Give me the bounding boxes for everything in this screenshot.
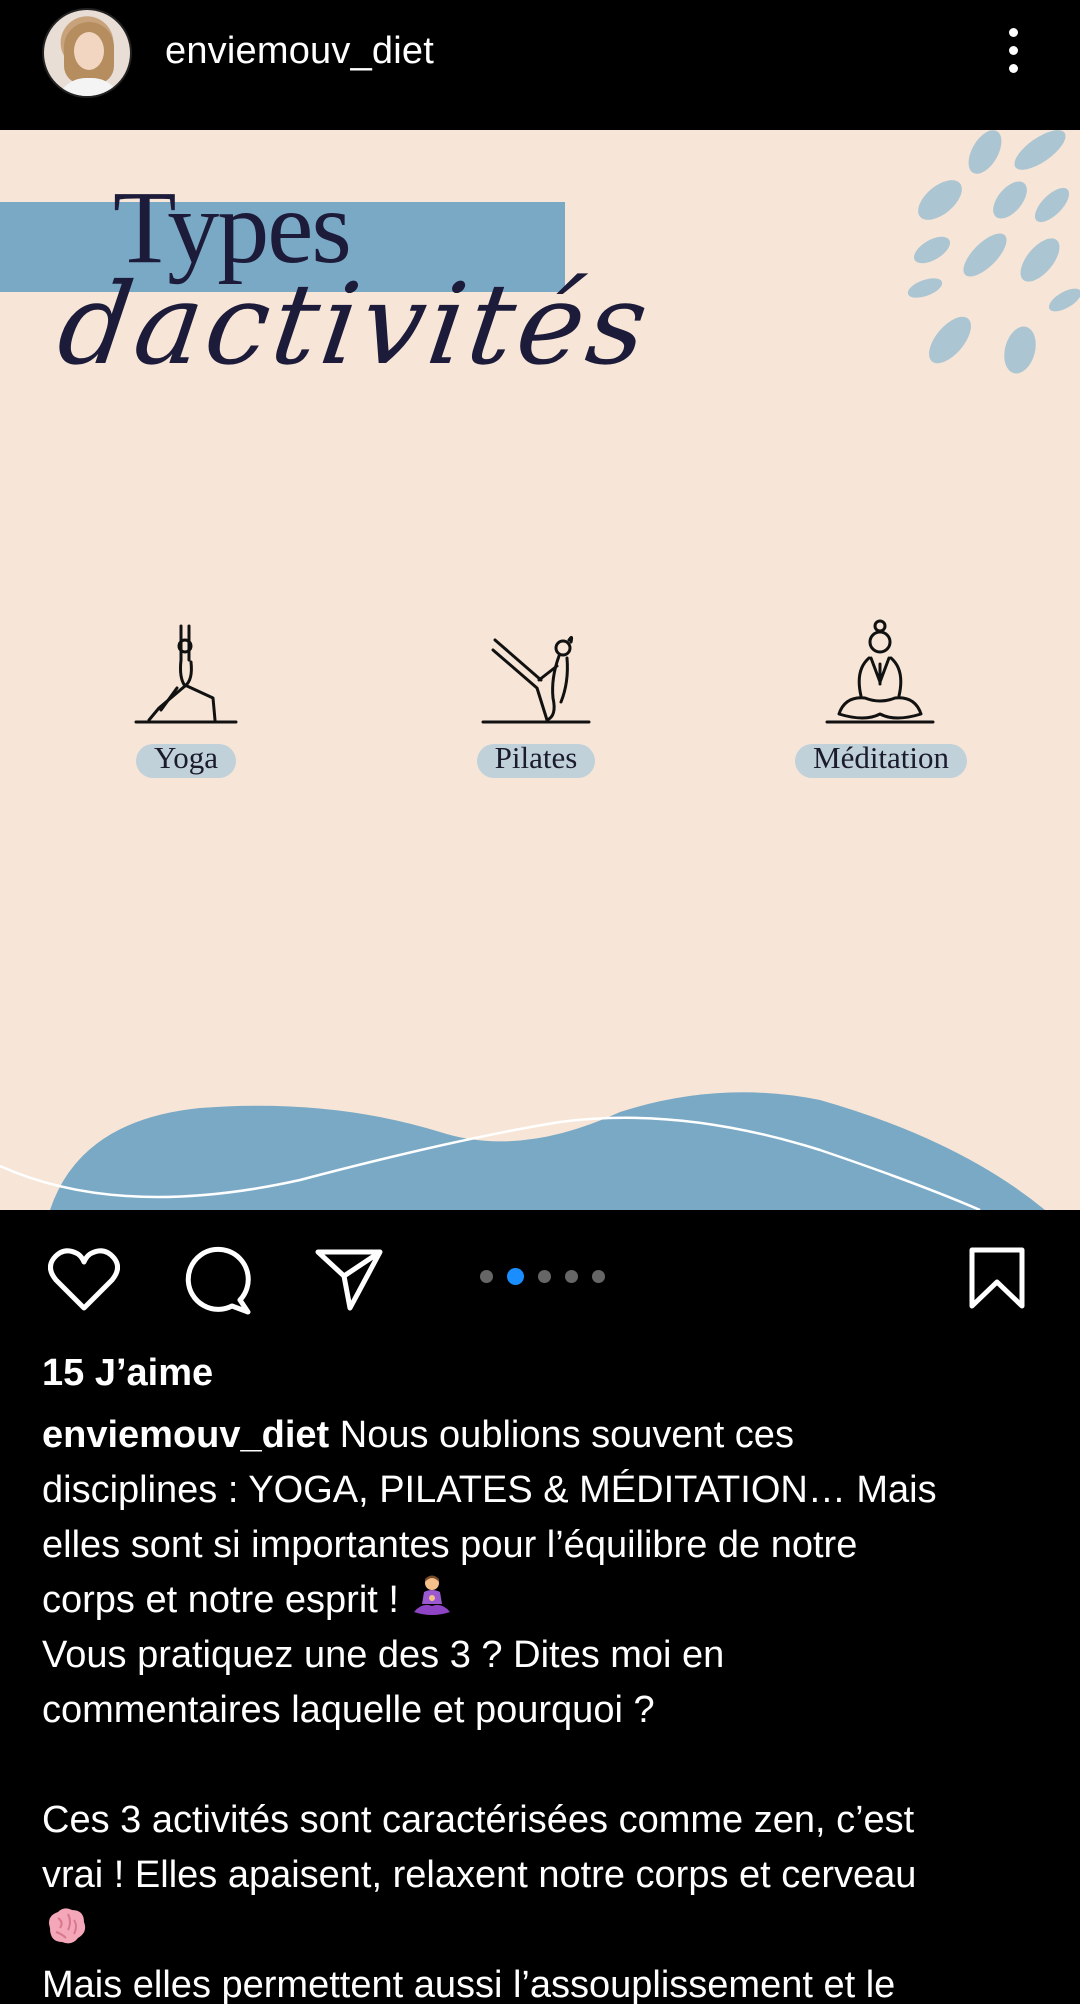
post-caption: enviemouv_diet Nous oublions souvent ces…: [42, 1408, 1042, 2004]
post-action-bar: [0, 1210, 1080, 1340]
carousel-dot: [480, 1270, 493, 1284]
carousel-dot: [592, 1270, 605, 1284]
post-title-activites: dactivités: [50, 260, 660, 390]
pilates-pose-icon: [481, 635, 591, 724]
post-image[interactable]: Types dactivités Yoga Pilates Méditation: [0, 130, 1080, 1210]
caption-username[interactable]: enviemouv_diet: [42, 1414, 329, 1456]
caption-text: commentaires laquelle et pourquoi ?: [42, 1689, 655, 1731]
caption-text: Mais elles permettent aussi l’assoupliss…: [42, 1964, 896, 2004]
activity-yoga: Yoga: [118, 618, 254, 778]
activity-label: Pilates: [494, 740, 578, 775]
carousel-indicator: [480, 1268, 619, 1288]
caption-text: elles sont si importantes pour l’équilib…: [42, 1524, 858, 1566]
caption-text: Ces 3 activités sont caractérisées comme…: [42, 1799, 915, 1841]
activity-label: Yoga: [153, 740, 219, 775]
caption-text: corps et notre esprit !: [42, 1579, 410, 1621]
activity-pilates: Pilates: [468, 618, 604, 778]
avatar-shirt: [56, 78, 122, 96]
woman-in-lotus-position-emoji: [413, 1575, 450, 1615]
decorative-spots: [907, 130, 1080, 374]
bookmark-icon[interactable]: [968, 1246, 1026, 1315]
activity-meditation: Méditation: [795, 618, 968, 778]
carousel-dot: [565, 1270, 578, 1284]
decorative-wave: [0, 1092, 1045, 1210]
paper-plane-icon[interactable]: [314, 1246, 384, 1317]
caption-text: vrai ! Elles apaisent, relaxent notre co…: [42, 1854, 917, 1896]
profile-avatar[interactable]: [42, 8, 132, 98]
caption-text: disciplines : YOGA, PILATES & MÉDITATION…: [42, 1469, 937, 1511]
yoga-pose-icon: [134, 624, 238, 724]
carousel-dot-active: [507, 1268, 524, 1286]
caption-text: Nous oublions souvent ces: [339, 1414, 794, 1456]
activity-label: Méditation: [813, 740, 950, 775]
post-header: enviemouv_diet: [0, 0, 1080, 130]
avatar-face: [74, 32, 104, 70]
likes-count[interactable]: 15 J’aime: [42, 1352, 213, 1395]
brain-emoji: [49, 1908, 86, 1944]
post-username[interactable]: enviemouv_diet: [165, 30, 434, 73]
carousel-dot: [538, 1270, 551, 1284]
comment-bubble-icon[interactable]: [182, 1246, 252, 1321]
heart-icon[interactable]: [48, 1246, 120, 1317]
meditation-pose-icon: [825, 619, 935, 724]
vertical-ellipsis-icon[interactable]: [1000, 28, 1026, 78]
caption-text: Vous pratiquez une des 3 ? Dites moi en: [42, 1634, 725, 1676]
